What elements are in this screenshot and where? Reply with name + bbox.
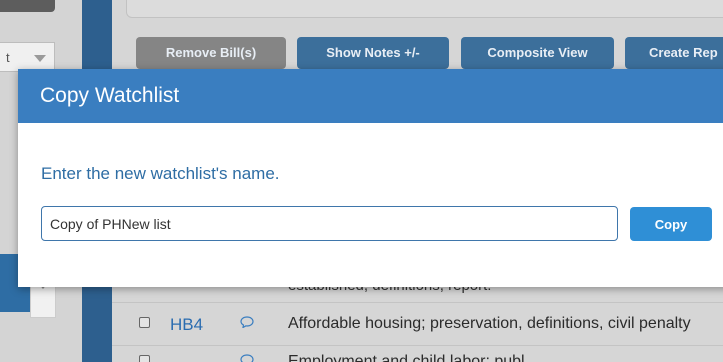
create-report-button[interactable]: Create Rep: [625, 37, 723, 69]
copy-button[interactable]: Copy: [630, 207, 712, 241]
comment-icon[interactable]: [240, 316, 254, 328]
copy-watchlist-dialog: Copy Watchlist Enter the new watchlist's…: [18, 69, 723, 287]
table-row: HB4 Affordable housing; preservation, de…: [112, 304, 723, 346]
left-top-button[interactable]: [0, 0, 55, 12]
dialog-prompt: Enter the new watchlist's name.: [41, 164, 280, 183]
bill-number-link[interactable]: HB4: [170, 315, 203, 335]
remove-bills-button[interactable]: Remove Bill(s): [136, 37, 286, 69]
bill-description: Employment and child labor; publ...: [288, 353, 538, 362]
bill-description: Affordable housing; preservation, defini…: [288, 315, 691, 332]
row-checkbox[interactable]: [139, 355, 150, 362]
table-row: established, definitions, report.: [112, 277, 723, 303]
composite-view-button[interactable]: Composite View: [461, 37, 614, 69]
chevron-down-icon: [34, 55, 46, 62]
row-checkbox[interactable]: [139, 317, 150, 328]
table-row: Employment and child labor; publ...: [112, 346, 723, 362]
top-search-input[interactable]: [126, 0, 723, 18]
dialog-header: Copy Watchlist: [18, 69, 723, 123]
filter-select-value: t: [6, 50, 10, 65]
filter-select[interactable]: t: [0, 42, 55, 72]
dialog-title: Copy Watchlist: [40, 84, 180, 107]
watchlist-name-input[interactable]: [41, 206, 618, 241]
comment-icon[interactable]: [240, 354, 254, 362]
show-notes-button[interactable]: Show Notes +/-: [297, 37, 449, 69]
